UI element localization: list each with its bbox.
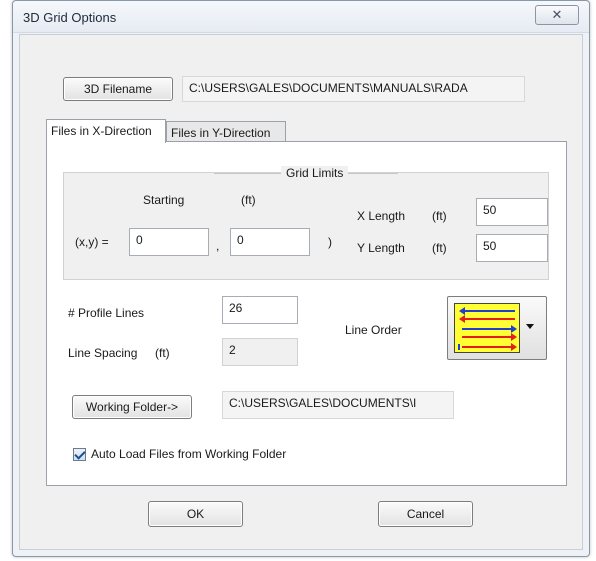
line-order-dropdown[interactable]: [447, 296, 547, 360]
profile-lines-label: # Profile Lines: [68, 306, 145, 320]
close-icon: ✕: [551, 7, 563, 22]
grid-limits-caption: Grid Limits: [281, 166, 349, 180]
line-order-arrows-icon: [454, 303, 520, 353]
x-length-input[interactable]: 50: [476, 198, 548, 226]
auto-load-checkbox[interactable]: [73, 448, 86, 461]
tab-files-y-direction[interactable]: Files in Y-Direction: [166, 121, 286, 143]
tab-files-x-direction[interactable]: Files in X-Direction: [46, 119, 166, 143]
working-folder-path-field: C:\USERS\GALES\DOCUMENTS\I: [222, 391, 454, 419]
close-paren: ): [328, 235, 332, 249]
x-length-label: X Length: [357, 209, 406, 223]
window-title: 3D Grid Options: [23, 10, 117, 25]
grid-limits-group: Grid Limits Starting (ft) (x,y) = 0 , 0 …: [63, 166, 549, 280]
3d-filename-button[interactable]: 3D Filename: [63, 77, 173, 101]
chevron-down-icon: [526, 324, 534, 329]
starting-unit-label: (ft): [241, 193, 256, 207]
line-spacing-field: 2: [222, 338, 298, 366]
start-x-input[interactable]: 0: [129, 228, 209, 256]
line-order-label: Line Order: [345, 323, 402, 337]
x-length-unit: (ft): [432, 209, 447, 223]
y-length-input[interactable]: 50: [476, 234, 548, 262]
title-bar: 3D Grid Options ✕: [13, 1, 589, 33]
y-length-label: Y Length: [357, 241, 405, 255]
line-order-arrows-svg: [458, 307, 517, 351]
starting-label: Starting: [143, 193, 185, 207]
grid-options-dialog: 3D Grid Options ✕ 3D Filename C:\USERS\G…: [12, 0, 590, 557]
line-spacing-unit: (ft): [155, 346, 170, 360]
3d-filename-path-field: C:\USERS\GALES\DOCUMENTS\MANUALS\RADA: [182, 76, 525, 102]
working-folder-button[interactable]: Working Folder->: [72, 395, 192, 419]
start-y-input[interactable]: 0: [230, 228, 310, 256]
profile-lines-input[interactable]: 26: [222, 296, 298, 324]
y-length-unit: (ft): [432, 241, 447, 255]
tab-panel-x-direction: Grid Limits Starting (ft) (x,y) = 0 , 0 …: [46, 141, 567, 486]
comma-separator: ,: [216, 239, 220, 253]
auto-load-label[interactable]: Auto Load Files from Working Folder: [91, 447, 286, 461]
line-spacing-label: Line Spacing: [68, 346, 138, 360]
cancel-button[interactable]: Cancel: [378, 501, 473, 527]
close-button[interactable]: ✕: [535, 5, 579, 25]
ok-button[interactable]: OK: [148, 501, 243, 527]
xy-label: (x,y) =: [75, 235, 109, 249]
